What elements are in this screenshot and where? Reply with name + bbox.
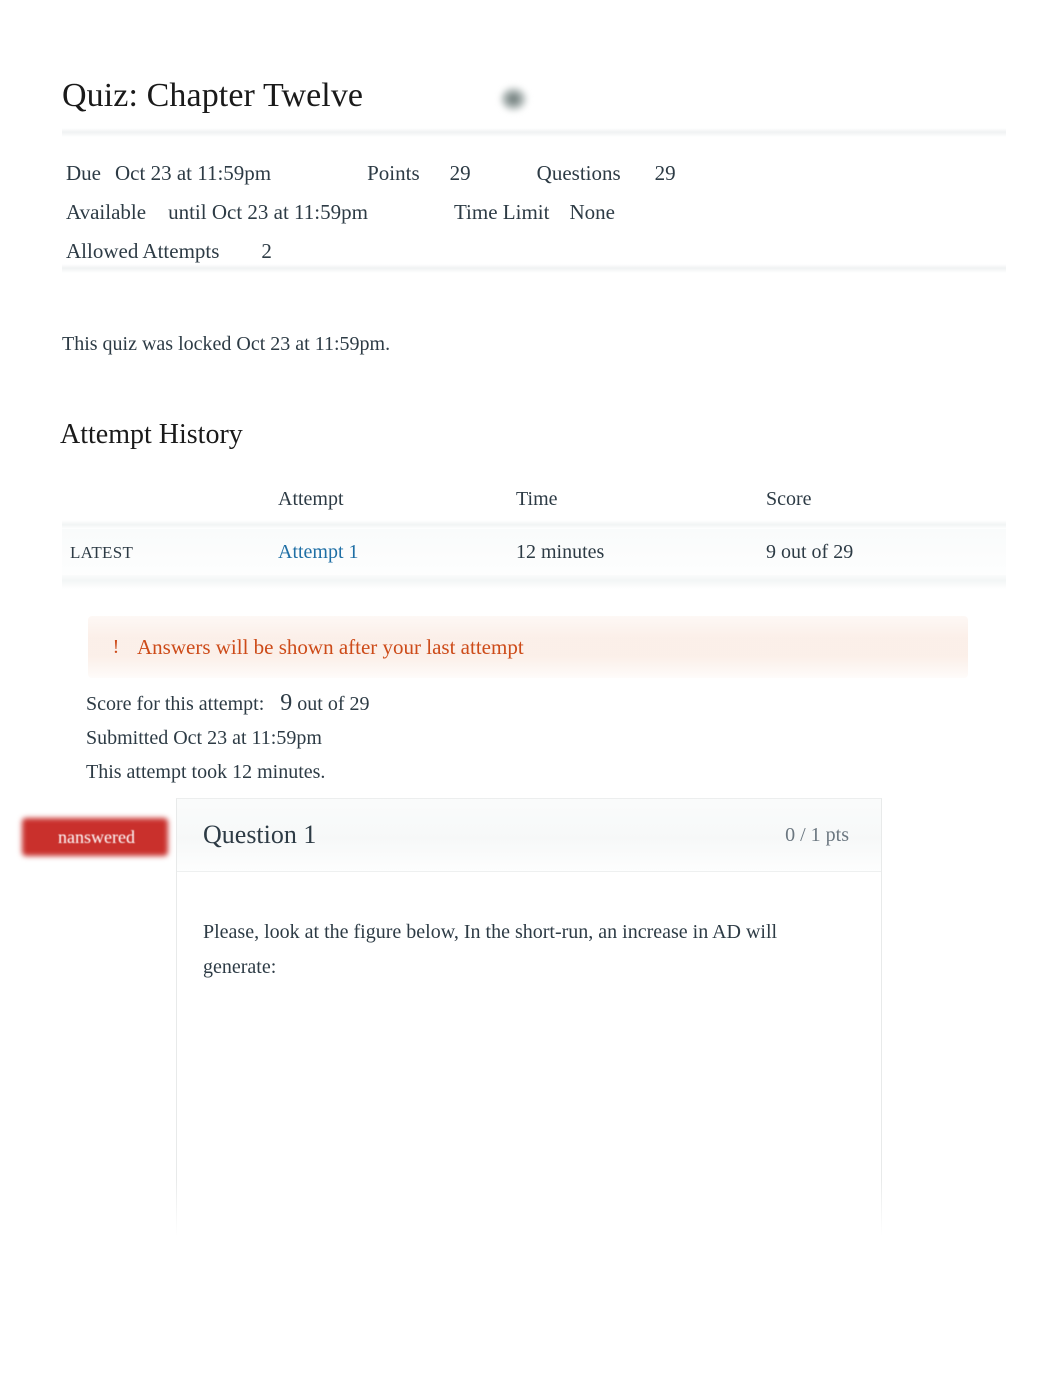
quiz-meta-row-due: Due Oct 23 at 11:59pm Points 29 Questions 29 xyxy=(66,154,676,193)
table-row-divider xyxy=(62,575,1006,589)
attempt-history-table: Attempt Time Score LATEST Attempt 1 12 m… xyxy=(62,478,1006,589)
points-label: Points xyxy=(367,161,420,185)
attempt-cell: Attempt 1 xyxy=(278,541,516,564)
time-limit-label: Time Limit xyxy=(453,200,550,224)
page-title: Quiz: Chapter Twelve xyxy=(62,77,364,114)
question-header: Question 1 0 / 1 pts xyxy=(177,799,881,872)
questions-label: Questions xyxy=(536,161,621,185)
redacted-icon xyxy=(500,86,528,112)
locked-notice: This quiz was locked Oct 23 at 11:59pm. xyxy=(62,333,391,355)
attempt-history-heading: Attempt History xyxy=(60,419,243,450)
meta-divider xyxy=(62,264,1006,273)
allowed-attempts-value: 2 xyxy=(261,239,272,263)
score-line: Score for this attempt: 9 out of 29 xyxy=(86,686,370,721)
column-header-score: Score xyxy=(766,487,812,510)
score-value: 9 xyxy=(280,690,293,716)
question-title: Question 1 xyxy=(203,820,317,849)
attempt-score-cell: 9 out of 29 xyxy=(766,540,854,563)
points-value: 29 xyxy=(449,161,471,185)
available-value: until Oct 23 at 11:59pm xyxy=(168,200,368,224)
available-label: Available xyxy=(66,200,147,224)
duration-line: This attempt took 12 minutes. xyxy=(86,761,326,783)
latest-badge: LATEST xyxy=(70,542,134,562)
attempt-time-cell: 12 minutes xyxy=(516,540,605,563)
allowed-attempts-label: Allowed Attempts xyxy=(66,239,220,263)
attempt-kept-flag: LATEST xyxy=(62,541,278,564)
warning-text: Answers will be shown after your last at… xyxy=(137,634,524,659)
due-value: Oct 23 at 11:59pm xyxy=(115,161,272,185)
column-header-time: Time xyxy=(516,487,558,510)
quiz-results-page: Quiz: Chapter Twelve Due Oct 23 at 11:59p… xyxy=(0,0,1062,1377)
question-points: 0 / 1 pts xyxy=(785,823,849,846)
table-header-divider xyxy=(62,520,1006,529)
submitted-line: Submitted Oct 23 at 11:59pm xyxy=(86,727,322,749)
questions-value: 29 xyxy=(654,161,676,185)
attempt-link[interactable]: Attempt 1 xyxy=(278,541,359,563)
answers-shown-warning: ! Answers will be shown after your last … xyxy=(88,616,968,678)
table-row: LATEST Attempt 1 12 minutes 9 out of 29 xyxy=(62,529,1006,575)
score-label: Score for this attempt: xyxy=(86,693,265,715)
table-header-row: Attempt Time Score xyxy=(62,478,1006,520)
score-out-of: out of 29 xyxy=(297,693,370,715)
column-header-attempt: Attempt xyxy=(278,487,344,510)
status-badge-label: nanswered xyxy=(58,827,135,847)
quiz-meta: Due Oct 23 at 11:59pm Points 29 Questions 29 … xyxy=(66,154,676,271)
attempt-summary: Score for this attempt: 9 out of 29 Submi… xyxy=(86,686,370,789)
time-limit-value: None xyxy=(569,200,615,224)
header-divider xyxy=(62,128,1006,137)
quiz-meta-row-available: Available until Oct 23 at 11:59pm Time Lim… xyxy=(66,193,676,232)
exclamation-icon: ! xyxy=(112,636,120,658)
question-card: Question 1 0 / 1 pts Please, look at the… xyxy=(176,798,882,1249)
question-body-text: Please, look at the figure below, In the… xyxy=(203,921,778,978)
due-label: Due xyxy=(66,161,101,185)
